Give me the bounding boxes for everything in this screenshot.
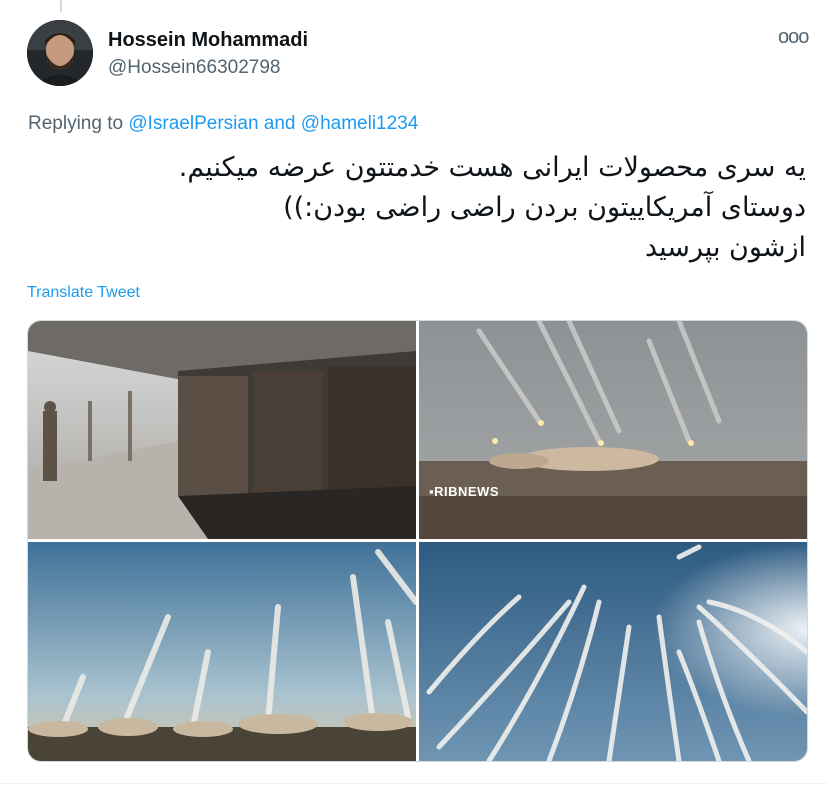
replying-prefix: Replying to	[28, 113, 124, 134]
photo-missile-trails-sky[interactable]	[419, 542, 807, 761]
media-grid: ▪RIBNEWS	[27, 320, 808, 762]
replying-to-line: Replying to @IsraelPersian and @hameli12…	[28, 113, 418, 135]
ribnews-watermark: ▪RIBNEWS	[429, 484, 499, 499]
more-options-button[interactable]: ooo	[778, 26, 809, 48]
avatar[interactable]	[27, 20, 93, 86]
author-name[interactable]: Hossein Mohammadi	[108, 29, 308, 52]
translate-tweet-link[interactable]: Translate Tweet	[27, 284, 140, 302]
reply-mention-and[interactable]: and	[264, 113, 296, 134]
more-horizontal-icon: ooo	[778, 26, 809, 48]
tweet-text-line: دوستای آمریکاییتون بردن راضی راضی بودن:)…	[283, 192, 806, 223]
tweet-text-line: ازشون بپرسید	[644, 232, 806, 263]
photo-missile-launch-desert[interactable]: ▪RIBNEWS	[419, 321, 807, 539]
tweet-text-line: یه سری محصولات ایرانی هست خدمتتون عرضه م…	[178, 152, 806, 183]
tweet-text: یه سری محصولات ایرانی هست خدمتتون عرضه م…	[40, 148, 806, 268]
tweet-bottom-divider	[0, 783, 828, 784]
reply-mention-link-1[interactable]: @IsraelPersian	[128, 113, 258, 134]
reply-mention-link-2[interactable]: @hameli1234	[301, 113, 419, 134]
author-handle[interactable]: @Hossein66302798	[108, 57, 280, 79]
thread-connector-line	[60, 0, 62, 12]
photo-missile-trails-sunset[interactable]	[28, 542, 416, 761]
photo-destroyed-hangar[interactable]	[28, 321, 416, 539]
